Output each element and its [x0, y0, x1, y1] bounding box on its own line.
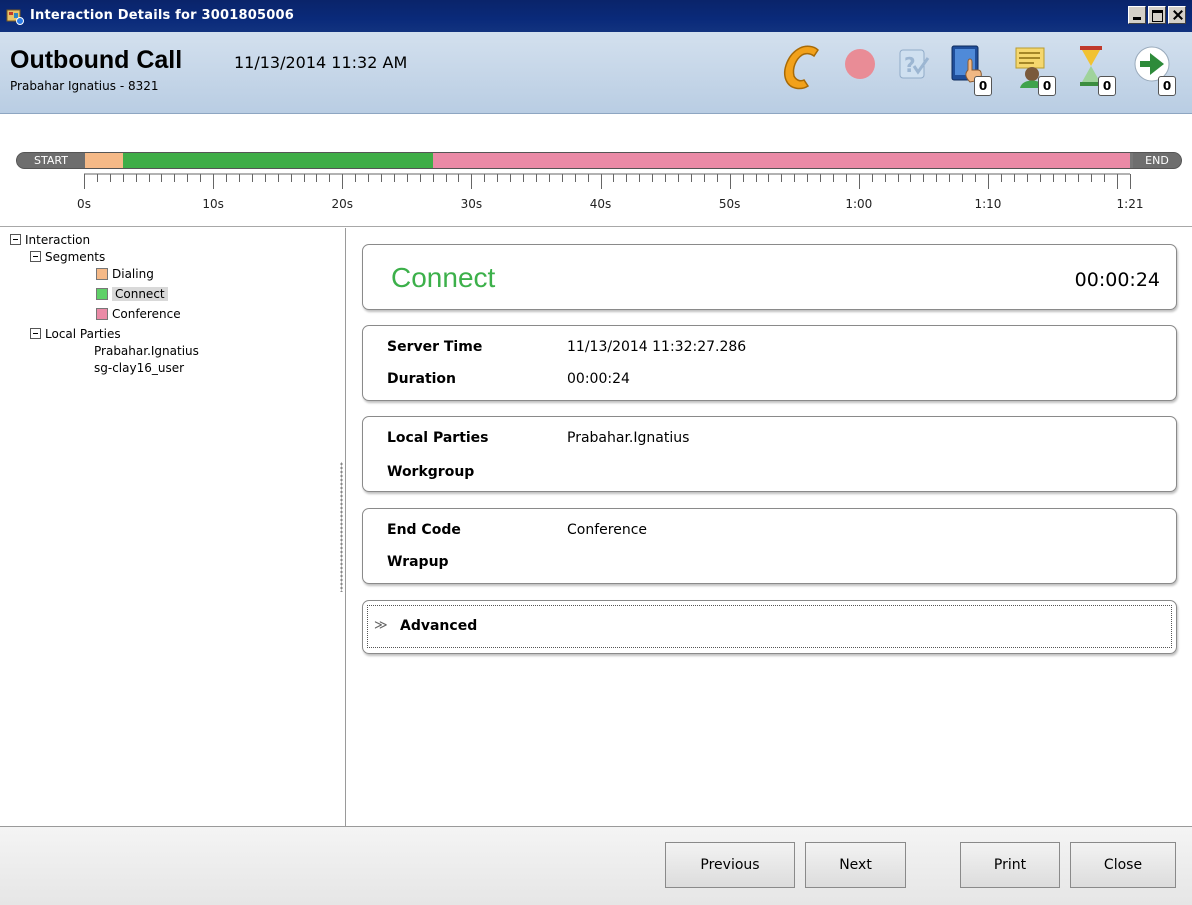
- call-party: Prabahar Ignatius - 8321: [10, 79, 159, 93]
- transfer-count: 0: [1158, 76, 1176, 96]
- call-type: Outbound Call: [10, 46, 183, 74]
- call-datetime: 11/13/2014 11:32 AM: [234, 53, 408, 72]
- tablet-touch-count: 0: [974, 76, 992, 96]
- tree-node-party[interactable]: Prabahar.Ignatius: [94, 344, 199, 359]
- pane-splitter[interactable]: [340, 462, 343, 592]
- print-button[interactable]: Print: [960, 842, 1060, 888]
- timeline-segment-dialing[interactable]: [84, 153, 123, 168]
- tree-label: Interaction: [25, 233, 91, 247]
- title-bar: Interaction Details for 3001805006: [0, 0, 1192, 32]
- end-code-label: End Code: [387, 522, 461, 538]
- transfer-arrow-icon[interactable]: 0: [1130, 40, 1178, 96]
- advanced-label: Advanced: [400, 618, 478, 634]
- tree-label: Conference: [112, 307, 181, 321]
- maximize-button[interactable]: [1148, 6, 1166, 24]
- segment-header-card: Connect 00:00:24: [362, 244, 1177, 310]
- tree-label: Connect: [112, 287, 168, 301]
- interaction-tree: Interaction Segments Dialing Connect Con…: [0, 228, 346, 826]
- timeline-axis: [84, 173, 1131, 189]
- expand-chevron-icon[interactable]: ≫: [374, 618, 388, 633]
- tree-node-segments[interactable]: Segments: [30, 250, 105, 265]
- agent-notes-icon[interactable]: 0: [1010, 40, 1058, 96]
- timeline-tick-label: 1:10: [974, 197, 1002, 211]
- timeline-bar[interactable]: START END: [16, 152, 1182, 169]
- end-code-value: Conference: [567, 522, 648, 538]
- collapse-toggle[interactable]: [10, 234, 21, 245]
- timeline-tick-label: 10s: [202, 197, 224, 211]
- timeline-segment-conference[interactable]: [432, 153, 1130, 168]
- timeline-tick-label: 1:21: [1116, 197, 1144, 211]
- tree-node-segment-connect[interactable]: Connect: [96, 287, 168, 302]
- parties-card: Local Parties Prabahar.Ignatius Workgrou…: [362, 416, 1177, 492]
- tree-label: sg-clay16_user: [94, 361, 185, 375]
- window-title: Interaction Details for 3001805006: [30, 8, 294, 23]
- timeline-tick-label: 50s: [718, 197, 741, 211]
- tree-node-segment-dialing[interactable]: Dialing: [96, 267, 154, 282]
- app-icon: [6, 9, 24, 25]
- segment-color-swatch: [96, 308, 108, 320]
- local-parties-label: Local Parties: [387, 430, 489, 446]
- tree-node-interaction[interactable]: Interaction: [10, 233, 90, 248]
- tree-label: Prabahar.Ignatius: [94, 344, 199, 358]
- collapse-toggle[interactable]: [30, 251, 41, 262]
- close-window-button[interactable]: [1168, 6, 1186, 24]
- segment-details: Connect 00:00:24 Server Time 11/13/2014 …: [347, 228, 1192, 826]
- server-time-value: 11/13/2014 11:32:27.286: [567, 339, 747, 355]
- local-parties-value: Prabahar.Ignatius: [567, 430, 690, 446]
- tree-node-party[interactable]: sg-clay16_user: [94, 361, 184, 376]
- tree-label: Dialing: [112, 267, 154, 281]
- collapse-toggle[interactable]: [30, 328, 41, 339]
- hourglass-count: 0: [1098, 76, 1116, 96]
- svg-text:?: ?: [904, 53, 916, 77]
- segment-color-swatch: [96, 268, 108, 280]
- timeline: START END 0s 10s 20s 30s 40s 50s 1:00 1:10 1:21: [0, 115, 1192, 227]
- timeline-segment-connect[interactable]: [122, 153, 433, 168]
- wrapup-label: Wrapup: [387, 554, 449, 570]
- time-card: Server Time 11/13/2014 11:32:27.286 Dura…: [362, 325, 1177, 401]
- workgroup-label: Workgroup: [387, 464, 475, 480]
- advanced-focus-frame: ≫ Advanced: [367, 605, 1172, 648]
- timeline-tick-label: 20s: [331, 197, 354, 211]
- segment-duration: 00:00:24: [1074, 269, 1160, 291]
- tree-node-local-parties[interactable]: Local Parties: [30, 327, 121, 342]
- tree-node-segment-conference[interactable]: Conference: [96, 307, 181, 322]
- hourglass-icon[interactable]: 0: [1070, 40, 1118, 96]
- record-icon[interactable]: [838, 40, 886, 96]
- segment-color-swatch: [96, 288, 108, 300]
- interaction-header: Outbound Call 11/13/2014 11:32 AM Prabah…: [0, 32, 1192, 114]
- end-code-card: End Code Conference Wrapup: [362, 508, 1177, 584]
- agent-notes-count: 0: [1038, 76, 1056, 96]
- timeline-tick-label: 0s: [77, 197, 91, 211]
- minimize-button[interactable]: [1128, 6, 1146, 24]
- timeline-end-label: END: [1133, 153, 1181, 168]
- close-button[interactable]: Close: [1070, 842, 1176, 888]
- timeline-tick-label: 1:00: [845, 197, 873, 211]
- previous-button[interactable]: Previous: [665, 842, 795, 888]
- help-check-icon[interactable]: ?: [890, 40, 938, 96]
- duration-label: Duration: [387, 371, 457, 387]
- tablet-touch-icon[interactable]: 0: [946, 40, 994, 96]
- server-time-label: Server Time: [387, 339, 483, 355]
- window-controls: [1128, 6, 1186, 24]
- next-button[interactable]: Next: [805, 842, 906, 888]
- timeline-tick-label: 30s: [460, 197, 483, 211]
- tree-label: Local Parties: [45, 327, 121, 341]
- tree-label: Segments: [45, 250, 106, 264]
- dialog-footer: Previous Next Print Close: [0, 826, 1192, 905]
- timeline-tick-label: 40s: [589, 197, 612, 211]
- segment-title: Connect: [391, 262, 496, 293]
- phone-handset-icon[interactable]: [778, 40, 826, 96]
- duration-value: 00:00:24: [567, 371, 630, 387]
- timeline-start-label: START: [17, 153, 85, 168]
- advanced-section[interactable]: ≫ Advanced: [362, 600, 1177, 654]
